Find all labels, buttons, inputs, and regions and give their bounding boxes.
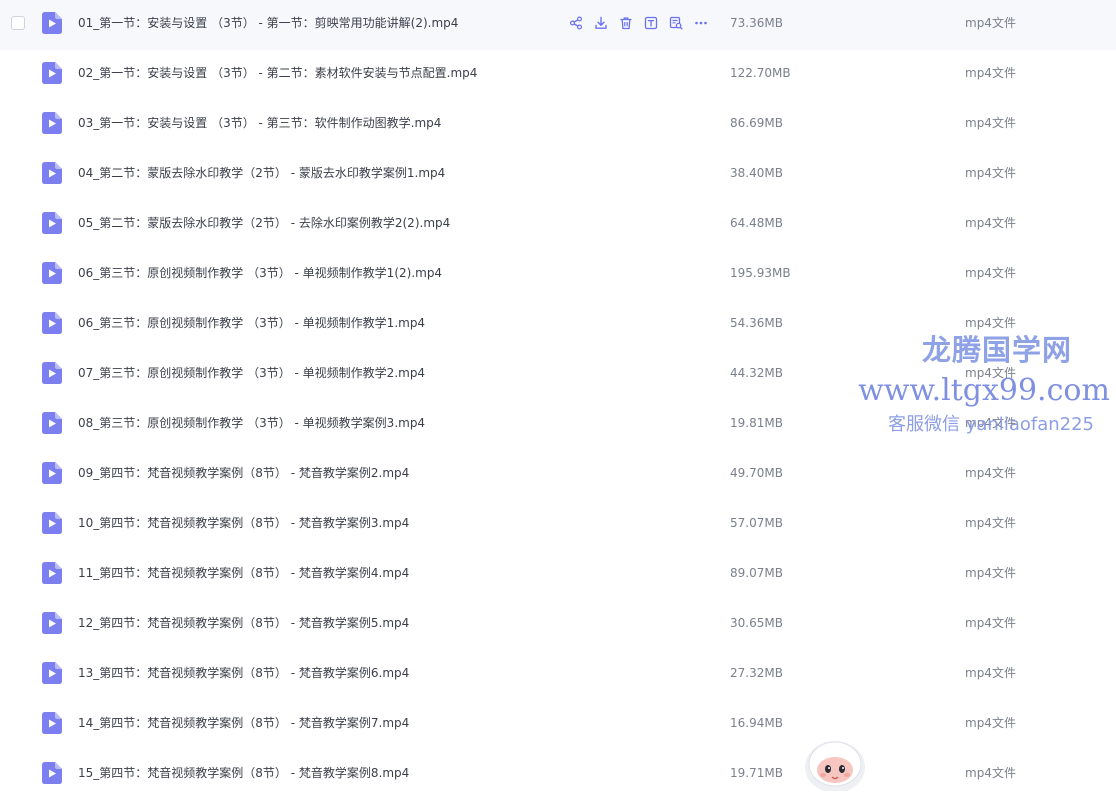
file-name[interactable]: 11_第四节：梵音视频教学案例（8节） - 梵音教学案例4.mp4 xyxy=(78,550,409,596)
file-name[interactable]: 13_第四节：梵音视频教学案例（8节） - 梵音教学案例6.mp4 xyxy=(78,650,409,696)
file-row[interactable]: 15_第四节：梵音视频教学案例（8节） - 梵音教学案例8.mp4 19.71MB… xyxy=(0,750,1116,800)
file-name[interactable]: 08_第三节：原创视频制作教学 （3节） - 单视频教学案例3.mp4 xyxy=(78,400,425,446)
video-file-icon xyxy=(42,462,62,484)
file-name[interactable]: 09_第四节：梵音视频教学案例（8节） - 梵音教学案例2.mp4 xyxy=(78,450,409,496)
file-name[interactable]: 10_第四节：梵音视频教学案例（8节） - 梵音教学案例3.mp4 xyxy=(78,500,409,546)
watermark-title: 龙腾国学网 xyxy=(921,333,1072,367)
file-size: 30.65MB xyxy=(730,616,783,630)
file-type: mp4文件 xyxy=(965,16,1016,30)
file-name[interactable]: 06_第三节：原创视频制作教学 （3节） - 单视频制作教学1.mp4 xyxy=(78,300,425,346)
video-file-icon xyxy=(42,62,62,84)
file-row[interactable]: 03_第一节：安装与设置 （3节） - 第三节：软件制作动图教学.mp4 86.6… xyxy=(0,100,1116,150)
video-file-icon xyxy=(42,312,62,334)
file-type: mp4文件 xyxy=(965,766,1016,780)
video-file-icon xyxy=(42,562,62,584)
file-row[interactable]: 02_第一节：安装与设置 （3节） - 第二节：素材软件安装与节点配置.mp4 1… xyxy=(0,50,1116,100)
file-size: 16.94MB xyxy=(730,716,783,730)
file-name[interactable]: 12_第四节：梵音视频教学案例（8节） - 梵音教学案例5.mp4 xyxy=(78,600,409,646)
file-name[interactable]: 02_第一节：安装与设置 （3节） - 第二节：素材软件安装与节点配置.mp4 xyxy=(78,50,477,96)
file-name[interactable]: 06_第三节：原创视频制作教学 （3节） - 单视频制作教学1(2).mp4 xyxy=(78,250,442,296)
watermark-url: www.ltgx99.com xyxy=(858,373,1110,408)
file-name[interactable]: 03_第一节：安装与设置 （3节） - 第三节：软件制作动图教学.mp4 xyxy=(78,100,441,146)
file-size: 195.93MB xyxy=(730,266,791,280)
file-name[interactable]: 07_第三节：原创视频制作教学 （3节） - 单视频制作教学2.mp4 xyxy=(78,350,425,396)
file-row[interactable]: 04_第二节：蒙版去除水印教学（2节） - 蒙版去水印教学案例1.mp4 38.4… xyxy=(0,150,1116,200)
file-row[interactable]: 14_第四节：梵音视频教学案例（8节） - 梵音教学案例7.mp4 16.94MB… xyxy=(0,700,1116,750)
file-row[interactable]: 06_第三节：原创视频制作教学 （3节） - 单视频制作教学1(2).mp4 19… xyxy=(0,250,1116,300)
mascot-avatar-icon[interactable] xyxy=(802,737,868,793)
video-file-icon xyxy=(42,12,62,34)
file-type: mp4文件 xyxy=(965,66,1016,80)
file-row[interactable]: 09_第四节：梵音视频教学案例（8节） - 梵音教学案例2.mp4 49.70MB… xyxy=(0,450,1116,500)
video-file-icon xyxy=(42,762,62,784)
file-row[interactable]: 05_第二节：蒙版去除水印教学（2节） - 去除水印案例教学2(2).mp4 64… xyxy=(0,200,1116,250)
video-file-icon xyxy=(42,412,62,434)
file-name[interactable]: 05_第二节：蒙版去除水印教学（2节） - 去除水印案例教学2(2).mp4 xyxy=(78,200,450,246)
file-size: 19.81MB xyxy=(730,416,783,430)
file-type: mp4文件 xyxy=(965,166,1016,180)
file-name[interactable]: 14_第四节：梵音视频教学案例（8节） - 梵音教学案例7.mp4 xyxy=(78,700,409,746)
file-size: 27.32MB xyxy=(730,666,783,680)
file-row[interactable]: 10_第四节：梵音视频教学案例（8节） - 梵音教学案例3.mp4 57.07MB… xyxy=(0,500,1116,550)
share-icon[interactable] xyxy=(568,15,584,31)
file-name[interactable]: 15_第四节：梵音视频教学案例（8节） - 梵音教学案例8.mp4 xyxy=(78,750,409,796)
video-file-icon xyxy=(42,512,62,534)
file-type: mp4文件 xyxy=(965,216,1016,230)
video-file-icon xyxy=(42,212,62,234)
file-type: mp4文件 xyxy=(965,616,1016,630)
row-checkbox[interactable] xyxy=(11,16,25,30)
more-icon[interactable] xyxy=(693,15,709,31)
video-file-icon xyxy=(42,662,62,684)
image-search-icon[interactable] xyxy=(668,15,684,31)
file-size: 122.70MB xyxy=(730,66,791,80)
file-type: mp4文件 xyxy=(965,466,1016,480)
file-type: mp4文件 xyxy=(965,266,1016,280)
text-extract-icon[interactable] xyxy=(643,15,659,31)
delete-icon[interactable] xyxy=(618,15,634,31)
video-file-icon xyxy=(42,612,62,634)
file-size: 38.40MB xyxy=(730,166,783,180)
watermark-contact: 客服微信 yanliaofan225 xyxy=(888,414,1094,435)
download-icon[interactable] xyxy=(593,15,609,31)
file-size: 54.36MB xyxy=(730,316,783,330)
file-size: 19.71MB xyxy=(730,766,783,780)
file-size: 73.36MB xyxy=(730,16,783,30)
video-file-icon xyxy=(42,712,62,734)
file-size: 89.07MB xyxy=(730,566,783,580)
file-size: 64.48MB xyxy=(730,216,783,230)
file-size: 86.69MB xyxy=(730,116,783,130)
file-row[interactable]: 11_第四节：梵音视频教学案例（8节） - 梵音教学案例4.mp4 89.07MB… xyxy=(0,550,1116,600)
video-file-icon xyxy=(42,162,62,184)
video-file-icon xyxy=(42,362,62,384)
video-file-icon xyxy=(42,262,62,284)
video-file-icon xyxy=(42,112,62,134)
file-size: 44.32MB xyxy=(730,366,783,380)
file-row[interactable]: 13_第四节：梵音视频教学案例（8节） - 梵音教学案例6.mp4 27.32MB… xyxy=(0,650,1116,700)
file-type: mp4文件 xyxy=(965,716,1016,730)
file-type: mp4文件 xyxy=(965,566,1016,580)
file-name[interactable]: 01_第一节：安装与设置 （3节） - 第一节：剪映常用功能讲解(2).mp4 xyxy=(78,0,458,46)
file-type: mp4文件 xyxy=(965,516,1016,530)
watermark: 龙腾国学网 www.ltgx99.com 客服微信 yanliaofan225 xyxy=(858,328,1116,440)
file-type: mp4文件 xyxy=(965,666,1016,680)
file-size: 57.07MB xyxy=(730,516,783,530)
file-name[interactable]: 04_第二节：蒙版去除水印教学（2节） - 蒙版去水印教学案例1.mp4 xyxy=(78,150,445,196)
file-row[interactable]: 12_第四节：梵音视频教学案例（8节） - 梵音教学案例5.mp4 30.65MB… xyxy=(0,600,1116,650)
file-type: mp4文件 xyxy=(965,116,1016,130)
row-actions xyxy=(568,14,718,32)
file-size: 49.70MB xyxy=(730,466,783,480)
file-row[interactable]: 01_第一节：安装与设置 （3节） - 第一节：剪映常用功能讲解(2).mp4 7… xyxy=(0,0,1116,50)
